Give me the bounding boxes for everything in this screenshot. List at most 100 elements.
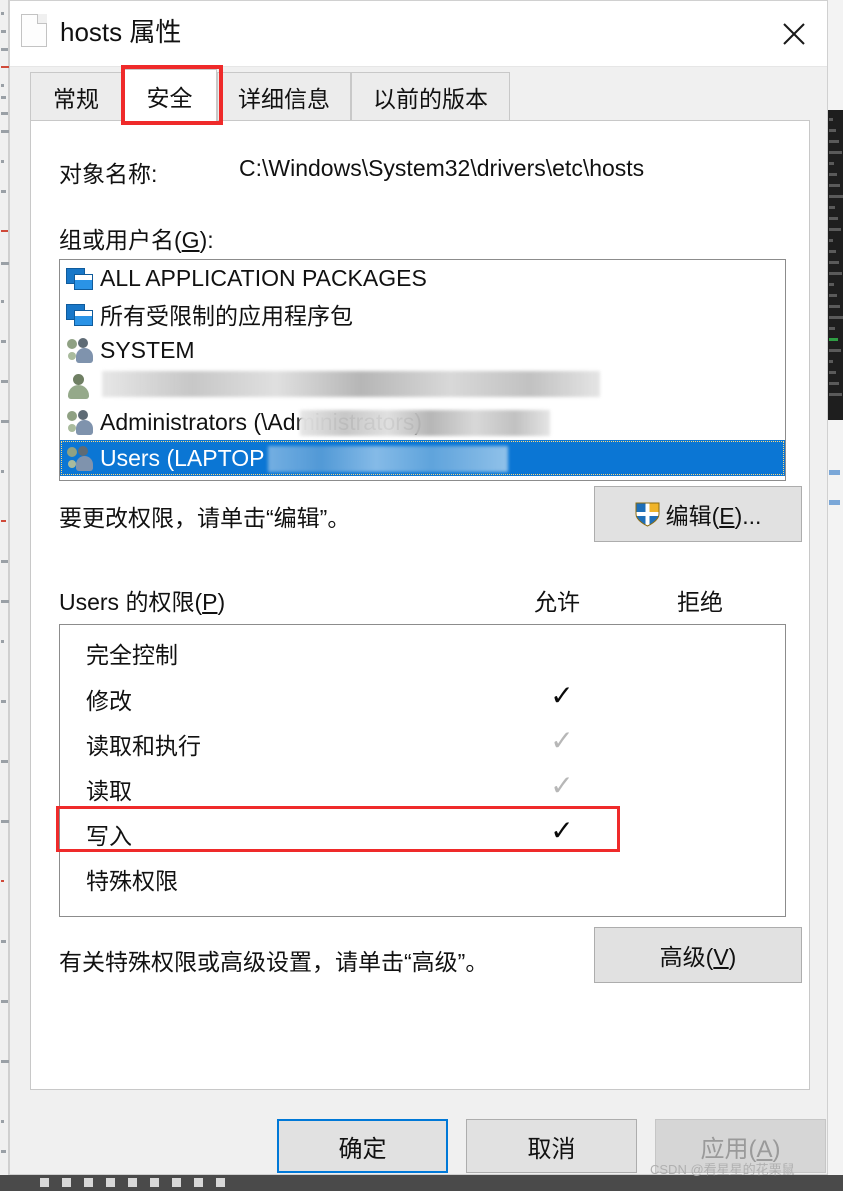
table-row-highlighted[interactable]: 写入 ✓ ✓ [60, 808, 785, 853]
file-document-icon [21, 14, 47, 47]
redaction-blur [102, 371, 600, 397]
check-icon: ✓ [693, 862, 716, 890]
list-item[interactable]: Administrators ( \Administrators) [60, 404, 785, 440]
table-row[interactable]: 修改 ✓ ✓ [60, 673, 785, 718]
deny-checkbox[interactable]: ✓ [669, 625, 741, 673]
background-detail [1, 640, 4, 643]
deny-checkbox[interactable]: ✓ [669, 763, 741, 808]
edit-button-label-pre: 编辑( [665, 503, 720, 529]
list-item[interactable]: ALL APPLICATION PACKAGES [60, 260, 785, 296]
background-detail [1, 380, 8, 383]
close-icon[interactable] [769, 9, 819, 59]
background-detail [1, 520, 6, 522]
allow-checkbox[interactable]: ✓ [526, 718, 598, 763]
check-icon: ✓ [693, 727, 716, 755]
edit-permissions-hint: 要更改权限，请单击“编辑”。 [59, 505, 351, 531]
permissions-for-label: Users 的权限(P) [59, 583, 225, 617]
table-row[interactable]: 读取 ✓ ✓ [60, 763, 785, 808]
permission-name: 完全控制 [86, 642, 178, 668]
background-detail [829, 239, 833, 242]
background-detail [829, 184, 840, 187]
taskbar-icon[interactable] [106, 1178, 115, 1187]
deny-checkbox[interactable]: ✓ [669, 853, 741, 898]
background-detail [829, 294, 837, 297]
allow-checkbox[interactable]: ✓ [526, 763, 598, 808]
deny-checkbox[interactable]: ✓ [669, 808, 741, 853]
background-detail [829, 129, 836, 132]
background-detail [1, 96, 6, 99]
permissions-label-post: ) [217, 589, 226, 615]
tab-previous-versions[interactable]: 以前的版本 [351, 72, 510, 121]
advanced-button-label: 高级(V) [660, 938, 737, 972]
list-item-label: ALL APPLICATION PACKAGES [100, 264, 427, 291]
advanced-button[interactable]: 高级(V) [594, 927, 802, 983]
advanced-button-label-post: ) [728, 944, 737, 970]
background-detail [829, 228, 841, 231]
background-detail [1, 560, 8, 563]
background-window-left-strip [0, 0, 10, 1175]
taskbar-icon[interactable] [150, 1178, 159, 1187]
taskbar-icon[interactable] [172, 1178, 181, 1187]
background-detail [1, 880, 4, 882]
check-icon: ✓ [550, 814, 574, 846]
taskbar-icon[interactable] [128, 1178, 137, 1187]
edit-button[interactable]: 编辑(E)... [594, 486, 802, 542]
allow-checkbox[interactable]: ✓ [526, 625, 598, 673]
permissions-label-accesskey: P [202, 589, 218, 615]
table-row[interactable]: 特殊权限 ✓ ✓ [60, 853, 785, 898]
allow-checkbox[interactable]: ✓ [526, 853, 598, 898]
advanced-button-accesskey: V [713, 944, 729, 970]
background-detail [829, 272, 842, 275]
permissions-label-pre: Users 的权限( [59, 589, 203, 615]
uac-shield-icon [635, 501, 660, 527]
tab-general[interactable]: 常规 [30, 72, 122, 121]
permissions-listbox[interactable]: 完全控制 ✓ ✓ 修改 ✓ ✓ 读取和执行 ✓ ✓ 读取 ✓ ✓ 写入 [59, 624, 786, 917]
check-icon: ✓ [693, 817, 716, 845]
list-item[interactable]: 所有受限制的应用程序包 [60, 296, 785, 332]
table-row[interactable]: 完全控制 ✓ ✓ [60, 625, 785, 673]
taskbar-icon[interactable] [84, 1178, 93, 1187]
background-detail [1, 470, 4, 473]
check-icon: ✓ [693, 772, 716, 800]
advanced-settings-hint: 有关特殊权限或高级设置，请单击“高级”。 [59, 949, 489, 975]
permission-name: 修改 [86, 688, 132, 714]
taskbar-icon[interactable] [216, 1178, 225, 1187]
taskbar-icon[interactable] [62, 1178, 71, 1187]
list-item[interactable]: SYSTEM [60, 332, 785, 368]
background-detail [829, 261, 839, 264]
list-item-selected[interactable]: Users (LAPTOP [60, 440, 785, 476]
group-icon [66, 445, 93, 472]
page-title: hosts 属性 [60, 17, 182, 47]
check-icon: ✓ [550, 679, 574, 711]
table-row[interactable]: 读取和执行 ✓ ✓ [60, 718, 785, 763]
allow-checkbox[interactable]: ✓ [526, 808, 598, 853]
groups-label-post: ): [199, 227, 214, 253]
advanced-button-label-pre: 高级( [659, 944, 714, 970]
background-detail [1, 700, 6, 703]
title-bar: hosts 属性 [10, 1, 827, 67]
background-detail [829, 206, 835, 209]
background-detail [1, 940, 6, 943]
allow-checkbox[interactable]: ✓ [526, 673, 598, 718]
background-detail [1, 340, 6, 343]
ok-button[interactable]: 确定 [277, 1119, 448, 1173]
cancel-button[interactable]: 取消 [466, 1119, 637, 1173]
taskbar-icon[interactable] [40, 1178, 49, 1187]
groups-or-users-listbox[interactable]: ALL APPLICATION PACKAGES 所有受限制的应用程序包 SYS… [59, 259, 786, 481]
background-detail [829, 393, 842, 396]
list-item-label: Users (LAPTOP [100, 444, 265, 471]
tab-details[interactable]: 详细信息 [217, 72, 351, 121]
deny-checkbox[interactable]: ✓ [669, 673, 741, 718]
permission-name: 特殊权限 [86, 868, 178, 894]
deny-checkbox[interactable]: ✓ [669, 718, 741, 763]
background-detail [829, 338, 838, 341]
object-name-value: C:\Windows\System32\drivers\etc\hosts [239, 155, 645, 181]
allow-column-header: 允许 [534, 589, 580, 615]
package-icon [66, 301, 93, 328]
list-item[interactable] [60, 368, 785, 404]
tab-security[interactable]: 安全 [122, 69, 217, 122]
list-item-label-tail: \Administrators) [261, 408, 423, 435]
taskbar-icon[interactable] [194, 1178, 203, 1187]
properties-dialog: hosts 属性 常规 安全 详细信息 以前的版本 对象名称: C:\Windo… [9, 0, 828, 1177]
security-tab-panel: 对象名称: C:\Windows\System32\drivers\etc\ho… [30, 120, 810, 1090]
